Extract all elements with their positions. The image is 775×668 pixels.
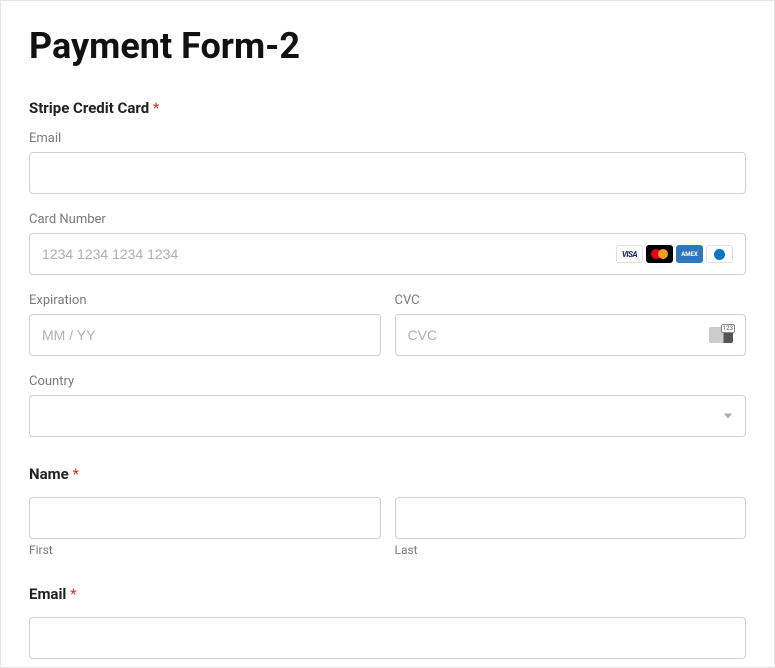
cvc-card-icon [709,327,733,343]
first-name-col: First [29,497,381,557]
expiration-input[interactable] [42,327,368,343]
required-mark: * [153,99,159,117]
cvc-label: CVC [395,293,747,308]
card-number-input[interactable] [42,246,616,262]
stripe-email-label: Email [29,131,746,146]
country-select[interactable] [29,395,746,437]
cvc-input[interactable] [408,327,710,343]
email-section-label: Email * [29,585,746,603]
email-input[interactable] [29,617,746,659]
stripe-section-label-text: Stripe Credit Card [29,99,149,117]
card-number-field-group: Card Number VISA AMEX [29,212,746,275]
card-number-input-wrapper[interactable]: VISA AMEX [29,233,746,275]
diners-icon [706,245,733,263]
mastercard-icon [646,245,673,263]
name-section-label: Name * [29,465,746,483]
stripe-email-field-group: Email [29,131,746,194]
first-name-input[interactable] [29,497,381,539]
name-section: Name * First Last [29,465,746,557]
cvc-col: CVC [395,293,747,356]
last-name-col: Last [395,497,747,557]
expiration-label: Expiration [29,293,381,308]
stripe-email-input[interactable] [29,152,746,194]
page-title: Payment Form-2 [29,25,746,67]
visa-icon: VISA [616,245,643,263]
cvc-input-wrapper[interactable] [395,314,747,356]
card-brand-icons: VISA AMEX [616,245,733,263]
stripe-section-label: Stripe Credit Card * [29,99,746,117]
expiry-cvc-row: Expiration CVC [29,293,746,356]
card-number-label: Card Number [29,212,746,227]
expiration-col: Expiration [29,293,381,356]
country-field-group: Country [29,374,746,437]
country-select-wrapper [29,395,746,437]
last-name-input[interactable] [395,497,747,539]
name-row: First Last [29,497,746,557]
stripe-section: Stripe Credit Card * Email Card Number V… [29,99,746,437]
last-name-sublabel: Last [395,543,747,557]
expiration-input-wrapper[interactable] [29,314,381,356]
first-name-sublabel: First [29,543,381,557]
payment-form-container: Payment Form-2 Stripe Credit Card * Emai… [0,0,775,668]
email-section: Email * [29,585,746,659]
required-mark: * [70,585,76,603]
country-label: Country [29,374,746,389]
required-mark: * [72,465,78,483]
amex-icon: AMEX [676,245,703,263]
name-label-text: Name [29,465,69,483]
email-label-text: Email [29,585,66,603]
